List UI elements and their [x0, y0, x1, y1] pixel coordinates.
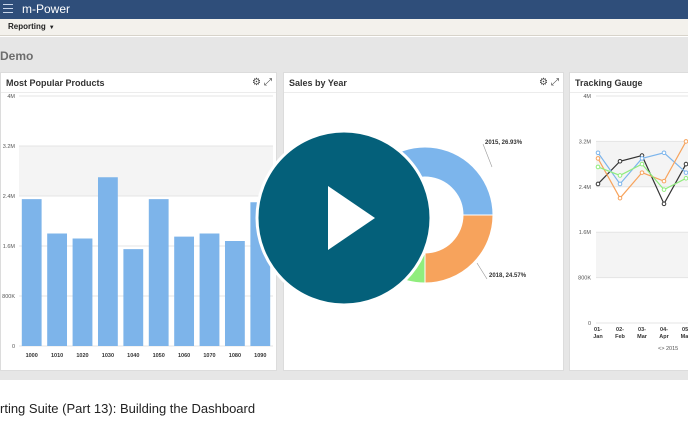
hamburger-menu-icon[interactable] [3, 4, 13, 14]
x-tick-label: 02- [616, 327, 624, 333]
chevron-down-icon: ▼ [48, 25, 55, 31]
bar [174, 236, 195, 346]
y-tick-label: 0 [588, 321, 591, 327]
panel-title: Sales by Year [289, 78, 347, 88]
reporting-menu-label: Reporting [8, 22, 46, 31]
x-tick-label: 1000 [26, 353, 38, 359]
app-title: m-Power [22, 2, 71, 16]
x-tick-label: 1080 [229, 353, 241, 359]
series-point [683, 139, 688, 144]
series-point [617, 173, 623, 178]
y-tick-label: 800K [578, 276, 591, 282]
x-tick-label: 1090 [254, 353, 266, 359]
x-tick-label: 1020 [76, 353, 88, 359]
products-bar-chart: 0 800K 1.6M 2.4M 3.2M 4M 1000 1010 1020 1030 1040 1… [2, 94, 273, 359]
panel-tools: ⚙ ⤢ [249, 77, 272, 88]
x-tick-label: 1070 [203, 353, 215, 359]
bar [97, 177, 118, 346]
gear-icon[interactable]: ⚙ [539, 77, 548, 88]
data-label: 2018, 24.57% [489, 273, 527, 279]
series-point [683, 170, 688, 175]
series-point [595, 156, 601, 161]
data-label-connector [482, 143, 493, 168]
series-point [661, 201, 667, 207]
y-tick-label: 4M [583, 94, 591, 100]
series-point [639, 170, 645, 175]
series-point [683, 161, 688, 167]
x-tick-label: May [681, 334, 688, 340]
app-header: m-Power [0, 0, 688, 19]
menu-bar: Reporting ▼ [0, 19, 688, 36]
x-tick-label: 1030 [102, 353, 114, 359]
bar [47, 233, 68, 346]
series-point [595, 150, 601, 156]
bar [148, 199, 169, 346]
bar [72, 238, 93, 346]
bar [21, 199, 42, 346]
bar [199, 233, 220, 346]
x-tick-label: Jan [593, 334, 603, 340]
expand-icon[interactable]: ⤢ [264, 77, 272, 88]
y-tick-label: 4M [7, 94, 15, 100]
y-tick-label: 3.2M [579, 139, 592, 145]
series-point [617, 158, 623, 164]
series-point [661, 178, 667, 184]
legend-label: <> 2015 [658, 346, 678, 352]
data-label: 2015, 26.93% [485, 140, 523, 146]
x-tick-label: 05- [682, 327, 688, 333]
series-point [595, 164, 601, 170]
y-tick-label: 2.4M [579, 185, 592, 191]
series-point [683, 175, 688, 181]
expand-icon[interactable]: ⤢ [551, 77, 559, 88]
y-tick-label: 0 [12, 344, 15, 350]
x-tick-label: Feb [615, 334, 625, 340]
x-tick-label: 01- [594, 327, 602, 333]
x-tick-label: 1060 [178, 353, 190, 359]
x-tick-label: Mar [637, 334, 648, 340]
x-tick-label: 04- [660, 327, 668, 333]
y-tick-label: 1.6M [3, 244, 16, 250]
x-tick-label: Apr [659, 334, 669, 340]
most-popular-products-panel: Most Popular Products ⚙ ⤢ 0 800K 1.6M 2.4M 3.… [0, 72, 277, 371]
y-tick-label: 1.6M [579, 230, 592, 236]
x-tick-label: 03- [638, 327, 646, 333]
panel-title: Tracking Gauge [575, 78, 643, 88]
series-point [661, 150, 667, 156]
panel-header: Tracking Gauge [570, 73, 688, 93]
plot-band [596, 232, 688, 278]
page-title: Demo [0, 49, 34, 63]
x-tick-label: 1040 [127, 353, 139, 359]
series-point [639, 156, 645, 161]
series-point [595, 181, 601, 187]
x-tick-label: 1010 [51, 353, 63, 359]
y-tick-label: 3.2M [3, 144, 16, 150]
x-tick-label: 1050 [153, 353, 165, 359]
y-tick-label: 800K [2, 294, 15, 300]
video-play-button[interactable] [254, 128, 434, 308]
series-point [661, 187, 667, 192]
data-label-connector [476, 262, 488, 280]
tracking-gauge-panel: Tracking Gauge 0 800K 1.6M 2.4M 3.2M 4M 01- Jan… [569, 72, 688, 371]
panel-tools: ⚙ ⤢ [536, 77, 559, 88]
reporting-menu[interactable]: Reporting ▼ [8, 22, 55, 31]
bar [123, 249, 144, 346]
tracking-line-chart: 0 800K 1.6M 2.4M 3.2M 4M 01-Jan 02-Feb 03-Mar 04-… [578, 94, 688, 352]
series-point [617, 181, 623, 187]
video-caption: rting Suite (Part 13): Building the Dash… [0, 401, 256, 416]
gear-icon[interactable]: ⚙ [252, 77, 261, 88]
panel-title: Most Popular Products [6, 78, 105, 88]
panel-header: Sales by Year ⚙ ⤢ [284, 73, 563, 93]
plot-band [19, 146, 273, 196]
series-point [639, 161, 645, 167]
bar [224, 241, 245, 346]
y-tick-label: 2.4M [3, 194, 16, 200]
series-point [617, 195, 623, 201]
panel-header: Most Popular Products ⚙ ⤢ [1, 73, 276, 93]
